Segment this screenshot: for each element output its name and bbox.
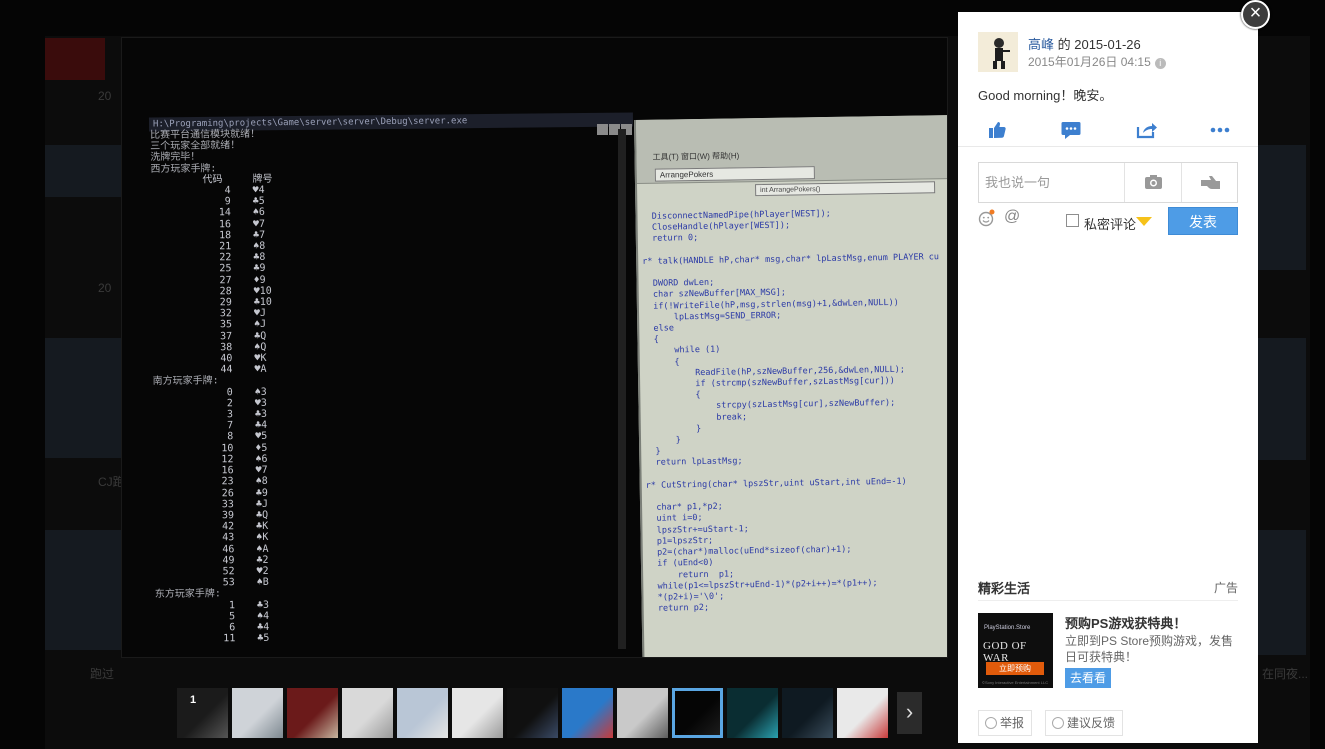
comment-input[interactable] (979, 163, 1125, 202)
feedback-label: 建议反馈 (1067, 716, 1116, 730)
post-text: Good morning！晚安。 (978, 88, 1113, 103)
console-output: 比赛平台通信模块就绪！ 三个玩家全部就绪！ 洗牌完毕！ 西方玩家手牌: 代码 牌号 4 ♥4 9… (150, 125, 626, 657)
photo-viewer[interactable]: H:\Programing\projects\Game\server\serve… (121, 37, 948, 658)
thumbnail-count: 1 (190, 694, 197, 706)
private-comment-label: 私密评论 (1084, 217, 1137, 232)
ad-description: 立即到PS Store预购游戏，发售日可获特典！ (1065, 634, 1234, 664)
thumbnail-thumb-7[interactable] (507, 688, 558, 738)
ad-image[interactable]: PlayStation.Store GOD OF WAR 立即预购 ©Sony … (978, 613, 1053, 688)
ide-code: DisconnectNamedPipe(hPlayer[WEST]); Clos… (641, 207, 947, 615)
background-thumb (1258, 338, 1306, 460)
avatar[interactable] (978, 32, 1018, 72)
ide-menu: 工具(T) 窗口(W) 帮助(H) (652, 151, 740, 162)
thumbnail-thumb-8[interactable] (562, 688, 613, 738)
post-actions (958, 116, 1258, 146)
thumbnail-thumb-10[interactable] (672, 688, 723, 738)
camera-icon[interactable] (1124, 163, 1181, 202)
background-thumb (45, 530, 121, 650)
background-thumb (1258, 145, 1306, 270)
background-date: 在同夜... (1262, 667, 1309, 681)
ad-title[interactable]: 预购PS游戏获特典！ (1065, 613, 1186, 632)
thumbnail-thumb-5[interactable] (397, 688, 448, 738)
ide-window: 工具(T) 窗口(W) 帮助(H) ArrangePokers int Arra… (634, 114, 947, 657)
emoji-icon[interactable] (978, 209, 995, 227)
info-icon[interactable]: i (1154, 58, 1166, 69)
thumbnail-thumb-3[interactable] (287, 688, 338, 738)
ad-view-button[interactable]: 去看看 (1065, 668, 1111, 688)
comment-icon[interactable] (1059, 119, 1083, 141)
submit-button[interactable]: 发表 (1168, 207, 1238, 235)
poke-icon[interactable] (1181, 163, 1238, 202)
background-thumb (45, 145, 121, 197)
background-date: 20 (98, 281, 112, 295)
thumbnail-thumb-13[interactable] (837, 688, 888, 738)
post-date-label: 的 2015-01-26 (1054, 37, 1141, 52)
ad-image-title: GOD OF WAR (983, 640, 1027, 664)
divider (958, 146, 1258, 147)
report-button[interactable]: 举报 (978, 710, 1033, 736)
post-timestamp: 2015年01月26日 04:15 i (1028, 53, 1166, 70)
thumbnail-thumb-12[interactable] (782, 688, 833, 738)
share-icon[interactable] (1134, 119, 1158, 141)
private-comment-checkbox[interactable] (1066, 214, 1079, 227)
background-date: 跑过 (90, 667, 115, 681)
post-author: 高峰 的 2015-01-26 (1028, 34, 1141, 53)
mention-icon[interactable]: @ (1004, 208, 1020, 226)
ad-image-button: 立即预购 (986, 662, 1044, 675)
ide-function-combo: ArrangePokers (654, 166, 815, 182)
thumbnail-thumb-1[interactable]: 1 (177, 688, 228, 738)
background-thumb (45, 338, 121, 458)
thumbnail-thumb-6[interactable] (452, 688, 503, 738)
background-logo (45, 38, 105, 80)
thumbnail-thumb-2[interactable] (232, 688, 283, 738)
more-icon[interactable] (1208, 119, 1232, 141)
ad-image-fine-print: ©Sony Interactive Entertainment LLC (982, 680, 1049, 685)
background-date: 20 (98, 89, 112, 103)
feedback-icon (1052, 717, 1064, 729)
thumbnail-thumb-11[interactable] (727, 688, 778, 738)
ad-image-store: PlayStation.Store (984, 625, 1031, 631)
next-arrow-icon[interactable]: › (897, 692, 922, 734)
section-title: 精彩生活 (978, 581, 1031, 596)
background-thumb (1258, 530, 1306, 655)
comment-box (978, 162, 1238, 203)
report-icon (985, 717, 997, 729)
thumbnail-thumb-9[interactable] (617, 688, 668, 738)
side-panel: 高峰 的 2015-01-26 2015年01月26日 04:15 i Good … (958, 12, 1258, 743)
thumbnail-thumb-4[interactable] (342, 688, 393, 738)
divider (978, 600, 1238, 601)
ide-toolbar: 工具(T) 窗口(W) 帮助(H) ArrangePokers (635, 114, 947, 184)
author-name-link[interactable]: 高峰 (1028, 37, 1054, 52)
timestamp-text: 2015年01月26日 04:15 (1028, 55, 1151, 69)
close-button[interactable]: × (1241, 0, 1270, 29)
report-label: 举报 (1000, 716, 1025, 730)
like-icon[interactable] (985, 119, 1009, 141)
vip-diamond-icon (1136, 217, 1152, 226)
feedback-button[interactable]: 建议反馈 (1045, 710, 1124, 736)
ide-scope-combo: int ArrangePokers() (755, 181, 936, 197)
ad-label: 广告 (1214, 581, 1239, 595)
